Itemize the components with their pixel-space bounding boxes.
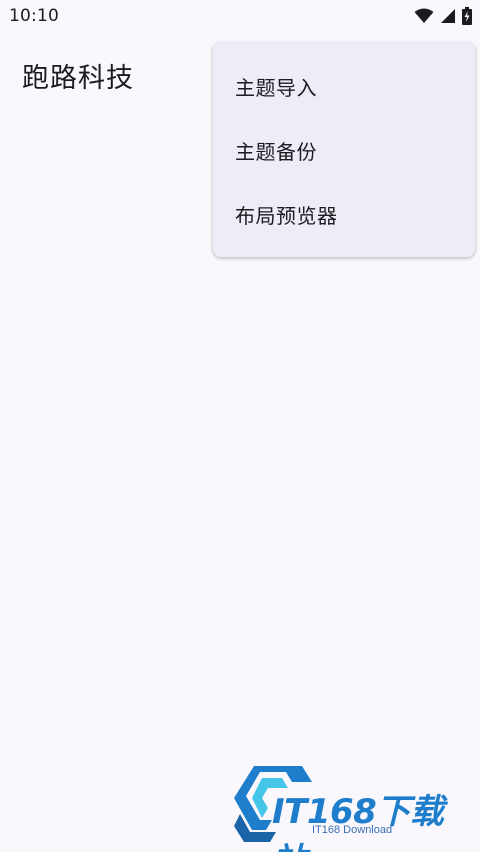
- status-icons: [414, 7, 472, 25]
- watermark-subtitle: IT168 Download: [312, 824, 393, 836]
- status-bar: 10:10: [0, 0, 480, 32]
- wifi-icon: [414, 8, 434, 24]
- watermark: IT168下载站 IT168 Download: [232, 764, 472, 852]
- battery-charging-icon: [462, 7, 472, 25]
- menu-item-theme-import[interactable]: 主题导入: [213, 54, 475, 118]
- watermark-brand: IT168下载站: [272, 792, 444, 852]
- menu-item-label: 主题导入: [235, 75, 317, 100]
- app-screen: 10:10 跑路科技 主题导入 主题备份 布局预览器 IT168下载 IT168…: [0, 0, 480, 852]
- cellular-signal-icon: [440, 8, 456, 24]
- menu-item-label: 布局预览器: [235, 203, 338, 228]
- menu-item-layout-previewer[interactable]: 布局预览器: [213, 182, 475, 246]
- menu-item-theme-backup[interactable]: 主题备份: [213, 118, 475, 182]
- overflow-menu: 主题导入 主题备份 布局预览器: [213, 42, 475, 257]
- menu-item-label: 主题备份: [235, 139, 317, 164]
- app-title: 跑路科技: [22, 63, 134, 94]
- status-time: 10:10: [9, 6, 59, 26]
